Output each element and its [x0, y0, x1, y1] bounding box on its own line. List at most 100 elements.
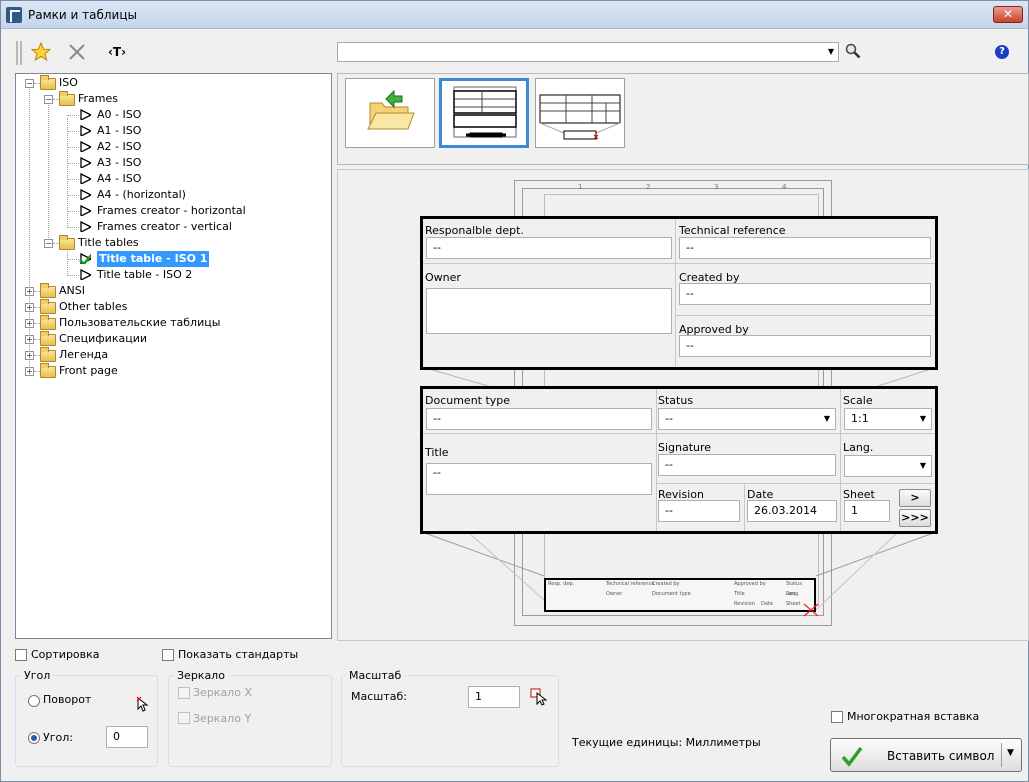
- date-input[interactable]: 26.03.2014: [747, 500, 837, 522]
- expand-toggle-icon[interactable]: +: [25, 335, 34, 344]
- signature-input[interactable]: --: [658, 454, 836, 476]
- multi-insert-label: Многократная вставка: [847, 710, 980, 723]
- revision-input[interactable]: --: [658, 500, 740, 522]
- dialog-window: Рамки и таблицы ✕ ‹T› ▼ ? − ISO − Frames A0 …: [0, 0, 1029, 782]
- tree-guide: [53, 99, 59, 100]
- thumbnail-strip: [337, 73, 1029, 165]
- expand-toggle-icon[interactable]: +: [25, 303, 34, 312]
- tree-guide: [67, 259, 79, 260]
- tree-node-label: A1 - ISO: [97, 124, 142, 137]
- text-tag-icon[interactable]: ‹T›: [104, 42, 130, 62]
- collapse-toggle-icon[interactable]: −: [44, 95, 53, 104]
- tree-node-label: A3 - ISO: [97, 156, 142, 169]
- tree-node-label: A4 - (horizontal): [97, 188, 186, 201]
- angle-group-title: Угол: [21, 669, 54, 682]
- mini-table-cell: Date: [761, 601, 773, 607]
- favorite-star-icon[interactable]: [30, 41, 52, 62]
- table-item-icon: [80, 172, 91, 184]
- table-item-icon: [80, 268, 91, 280]
- collapse-toggle-icon[interactable]: −: [25, 79, 34, 88]
- rotation-radio[interactable]: [28, 695, 40, 707]
- preview-panel: 1234 Resp. dep. Technical reference Create…: [337, 169, 1029, 641]
- tree-guide: [53, 243, 59, 244]
- expand-toggle-icon[interactable]: +: [25, 287, 34, 296]
- thumb-title-table-iso1[interactable]: [439, 78, 529, 148]
- folder-icon: [40, 347, 56, 362]
- next-sheet-button[interactable]: >: [899, 489, 931, 507]
- created-by-input[interactable]: --: [679, 283, 931, 305]
- scale-field-input[interactable]: 1: [468, 686, 520, 708]
- category-tree[interactable]: − ISO − Frames A0 - ISO A1 - ISO A2 - ISO A3 - …: [15, 73, 332, 639]
- thumb-title-table-iso2[interactable]: [535, 78, 625, 148]
- mini-title-table: Resp. dep. Technical reference Created by A…: [544, 578, 819, 617]
- search-icon[interactable]: [845, 43, 861, 59]
- chevron-down-icon[interactable]: ▼: [1007, 748, 1014, 758]
- close-button[interactable]: ✕: [993, 6, 1023, 23]
- mini-table-cell: Revision: [734, 601, 755, 607]
- tree-node-label: Пользовательские таблицы: [59, 316, 221, 329]
- mini-table-cell: Document type: [652, 591, 691, 597]
- mini-table-cell: Title: [734, 591, 745, 597]
- row-divider: [656, 483, 935, 484]
- sort-checkbox[interactable]: [15, 649, 27, 661]
- last-sheet-button[interactable]: >>>: [899, 509, 931, 527]
- chevron-down-icon[interactable]: ▼: [826, 45, 836, 59]
- scale-label: Scale: [843, 394, 873, 407]
- current-units-text: Текущие единицы: Миллиметры: [572, 736, 761, 749]
- expand-toggle-icon[interactable]: +: [25, 319, 34, 328]
- approved-by-input[interactable]: --: [679, 335, 931, 357]
- angle-input[interactable]: 0: [106, 726, 148, 748]
- search-combo[interactable]: ▼: [337, 42, 839, 62]
- title-table-top-card: Responalble dept. -- Technical reference…: [420, 216, 938, 370]
- tree-guide: [67, 195, 79, 196]
- show-standards-checkbox[interactable]: [162, 649, 174, 661]
- sheet-input[interactable]: 1: [844, 500, 890, 522]
- status-select[interactable]: --: [658, 408, 836, 430]
- multi-insert-checkbox[interactable]: [831, 711, 843, 723]
- expand-toggle-icon[interactable]: +: [25, 367, 34, 376]
- toolbar-grip[interactable]: [16, 41, 22, 65]
- scale-group-title: Масштаб: [346, 669, 405, 682]
- window-title: Рамки и таблицы: [28, 8, 137, 22]
- signature-label: Signature: [658, 441, 712, 454]
- tree-guide: [34, 307, 40, 308]
- owner-input[interactable]: [426, 288, 672, 334]
- sort-label: Сортировка: [31, 648, 100, 661]
- frame-thumbnail-icon: [453, 86, 517, 138]
- tree-node-label: Title table - ISO 2: [97, 268, 193, 281]
- table-item-icon: [80, 124, 91, 136]
- insert-symbol-button[interactable]: Вставить символ ▼: [830, 738, 1022, 772]
- title-input[interactable]: --: [426, 463, 652, 495]
- thumb-open-folder[interactable]: [345, 78, 435, 148]
- title-table-bottom-card: Document type -- Status -- Scale 1:1 Tit…: [420, 386, 938, 534]
- folder-icon: [40, 283, 56, 298]
- folder-icon: [59, 91, 75, 106]
- table-item-icon: [80, 156, 91, 168]
- title-label: Title: [425, 446, 449, 459]
- scale-select[interactable]: 1:1: [844, 408, 932, 430]
- tree-node-label: Title tables: [78, 236, 139, 249]
- collapse-toggle-icon[interactable]: −: [44, 239, 53, 248]
- expand-toggle-icon[interactable]: +: [25, 351, 34, 360]
- delete-icon[interactable]: [67, 42, 87, 62]
- lang-select[interactable]: [844, 455, 932, 477]
- column-divider: [744, 483, 745, 531]
- document-type-input[interactable]: --: [426, 408, 652, 430]
- tree-guide: [67, 275, 79, 276]
- angle-radio[interactable]: [28, 732, 40, 744]
- responsible-dept-input[interactable]: --: [426, 237, 672, 259]
- mirror-y-checkbox[interactable]: [178, 712, 190, 724]
- owner-label: Owner: [425, 271, 461, 284]
- help-icon[interactable]: ?: [995, 45, 1009, 59]
- table-item-icon: [80, 204, 91, 216]
- pick-rotation-icon[interactable]: [134, 696, 150, 712]
- tree-node-label: Title table - ISO 1: [97, 251, 210, 267]
- insert-symbol-label: Вставить символ: [887, 749, 995, 763]
- tree-node-label: Frames: [78, 92, 119, 105]
- pick-scale-icon[interactable]: [530, 688, 548, 706]
- folder-icon: [40, 363, 56, 378]
- technical-reference-input[interactable]: --: [679, 237, 931, 259]
- title-bar: Рамки и таблицы ✕: [1, 1, 1028, 29]
- mirror-x-checkbox[interactable]: [178, 687, 190, 699]
- tree-guide: [67, 211, 79, 212]
